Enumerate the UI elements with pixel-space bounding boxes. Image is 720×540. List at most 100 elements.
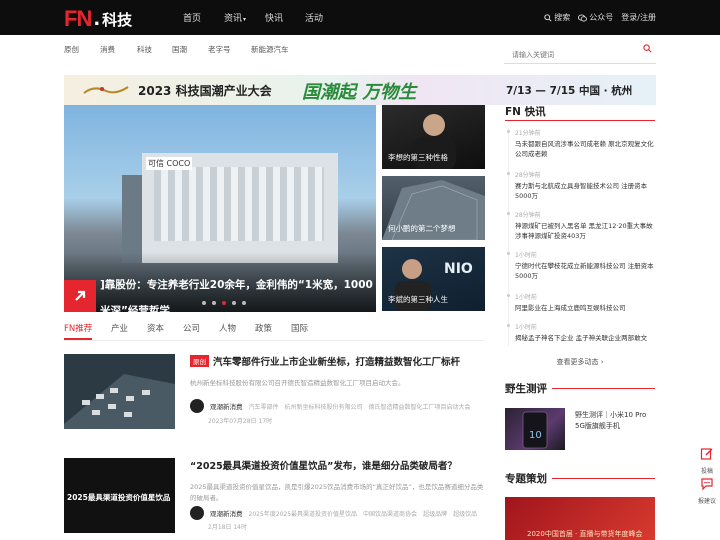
article-description: 2025最具渠道投资价值星饮品，凯是引爆2025饮品消费市场的“真正好饮品”，也… [190, 483, 484, 502]
timeline-dot [507, 172, 510, 175]
review-section-title: 野生测评 [505, 381, 547, 396]
article-date: 2月18日 14时 [208, 524, 247, 531]
category-tech[interactable]: 科技 [137, 44, 152, 55]
feedback-button[interactable]: 报建议 [696, 476, 718, 505]
tab-industry[interactable]: 产业 [111, 322, 128, 334]
nav-news-label: 资讯 [224, 14, 243, 24]
tab-people[interactable]: 人物 [219, 322, 236, 334]
banner-slogan: 国潮起 万物生 [302, 82, 417, 103]
bird-logo-icon [83, 86, 129, 94]
view-more-label: 查看更多动态 [556, 358, 599, 366]
flash-news-text[interactable]: 神源煤矿已被列入黑名单 黑龙江12·20重大事故涉事神源煤矿投资403万 [515, 221, 655, 241]
author-avatar[interactable] [190, 399, 204, 413]
submit-article-label: 投稿 [700, 468, 713, 475]
timeline-dot [507, 294, 510, 297]
article-keyword[interactable]: 中国饮品渠道商协会 [363, 509, 417, 518]
flash-news-time: 1小时前 [515, 294, 537, 301]
wechat-label: 公众号 [589, 13, 614, 22]
special-section-title: 专题策划 [505, 471, 547, 486]
article-keyword[interactable]: 德氏智造精益数智化工厂项目启动大会 [369, 402, 471, 411]
article-item[interactable]: 2025最具渠道投资价值星饮品 “2025最具渠道投资价值星饮品”发布，谁是细分… [64, 458, 484, 534]
search-icon[interactable] [643, 44, 652, 53]
carousel-dot[interactable] [222, 301, 226, 305]
timeline-dot [507, 252, 510, 255]
nav-home[interactable]: 首页 [183, 11, 201, 24]
feedback-label: 报建议 [697, 498, 716, 505]
category-ev[interactable]: 新能源汽车 [251, 44, 289, 55]
article-keyword[interactable]: 超级品牌 [423, 509, 447, 518]
article-meta: 观潮新消费 2025年度2025最具渠道投资价值星饮品 中国饮品渠道商协会 超级… [190, 506, 484, 520]
search-input[interactable] [504, 47, 656, 64]
hero-caption-line2[interactable]: 米深”经营哲学 [100, 303, 170, 312]
article-item[interactable]: 原创 汽车零部件行业上市企业新坐标，打造精益数智化工厂标杆 杭州新坐标科技股份有… [64, 354, 484, 430]
category-consumer[interactable]: 消费 [100, 44, 115, 55]
article-keyword[interactable]: 超级饮品 [453, 509, 477, 518]
hero-carousel[interactable]: 可信 COCO ]靠股份：专注养老行业20余年，金利伟的“1米宽，1000 米深… [64, 105, 376, 312]
article-author[interactable]: 观潮新消费 [210, 401, 243, 411]
review-card[interactable]: 10 野生测评｜小米10 Pro 5G版旗舰手机 [505, 408, 655, 450]
article-title-text: “2025最具渠道投资价值星饮品”发布，谁是细分品类破局者？ [190, 461, 457, 472]
article-keyword[interactable]: 2025年度2025最具渠道投资价值星饮品 [249, 509, 358, 518]
flash-news-text[interactable]: 马未都跟自风流涉事公司成老赖 原北京观复文化公司成老赖 [515, 139, 655, 159]
timeline-line [508, 128, 509, 346]
nav-news[interactable]: 资讯▾ [224, 11, 246, 24]
category-guochao[interactable]: 国潮 [172, 44, 187, 55]
tab-capital[interactable]: 资本 [147, 322, 164, 334]
arrow-up-right-icon [75, 290, 86, 301]
side-story[interactable]: 李想的第三种性格 [382, 105, 485, 169]
nav-flash[interactable]: 快讯 [265, 11, 283, 24]
flash-news-text[interactable]: 宁德时代在攀枝花成立新能源科技公司 注册资本5000万 [515, 261, 655, 281]
side-story[interactable]: NIO 李斌的第三种人生 [382, 247, 485, 311]
review-product-name[interactable]: 野生测评｜小米10 Pro 5G版旗舰手机 [575, 410, 655, 432]
submit-article-button[interactable]: 投稿 [696, 446, 718, 475]
login-register-link[interactable]: 登录/注册 [621, 12, 656, 23]
article-keyword[interactable]: 汽车零部件 [249, 402, 279, 411]
flash-news-text[interactable]: 赛力斯与北航成立具身智能技术公司 注册资本5000万 [515, 181, 655, 201]
tab-fn-recommend[interactable]: FN推荐 [64, 322, 93, 340]
side-story[interactable]: 何小鹏的第二个梦想 [382, 176, 485, 240]
logo-text: 科技 [102, 10, 133, 29]
category-old-brands[interactable]: 老字号 [208, 44, 231, 55]
site-logo[interactable]: FN . 科技 [64, 6, 132, 32]
search-button[interactable]: 搜索 [544, 12, 570, 23]
article-thumbnail-image [64, 354, 175, 429]
article-author[interactable]: 观潮新消费 [210, 508, 243, 518]
tab-international[interactable]: 国际 [291, 322, 308, 334]
flash-news-text[interactable]: 揭秘孟子神名下企业 孟子神关联企业两部敢文 [515, 333, 655, 343]
tab-company[interactable]: 公司 [183, 322, 200, 334]
article-title-text: 汽车零部件行业上市企业新坐标，打造精益数智化工厂标杆 [213, 357, 461, 368]
article-thumbnail[interactable]: 2025最具渠道投资价值星饮品 [64, 458, 175, 533]
article-thumbnail[interactable] [64, 354, 175, 429]
carousel-dots [202, 301, 246, 305]
search-label: 搜索 [554, 13, 571, 22]
search-icon [544, 13, 552, 22]
chevron-right-icon: › [600, 358, 604, 366]
special-promo-card[interactable]: 2020中国首届 · 直播与带货年度峰会 [505, 497, 655, 540]
author-avatar[interactable] [190, 506, 204, 520]
article-description: 杭州新坐标科技股份有限公司召开德氏智造精益数智化工厂项目启动大会。 [190, 379, 405, 387]
carousel-dot[interactable] [212, 301, 216, 305]
article-title[interactable]: 原创 汽车零部件行业上市企业新坐标，打造精益数智化工厂标杆 [190, 354, 460, 368]
wechat-icon [578, 13, 588, 22]
view-more-flash-link[interactable]: 查看更多动态 › [505, 357, 655, 367]
flash-news-text[interactable]: 阿里影业在上海成立鹿鸣互娱科技公司 [515, 303, 655, 313]
conference-banner[interactable]: 2023 科技国潮产业大会 国潮起 万物生 7/13 — 7/15 中国 · 杭… [64, 75, 656, 105]
category-original[interactable]: 原创 [64, 44, 79, 55]
timeline-dot [507, 324, 510, 327]
side-story-label: 李斌的第三种人生 [388, 295, 448, 304]
banner-title: 2023 科技国潮产业大会 [138, 84, 272, 98]
article-title[interactable]: “2025最具渠道投资价值星饮品”发布，谁是细分品类破局者？ [190, 458, 457, 472]
side-story-label: 何小鹏的第二个梦想 [388, 224, 456, 233]
wechat-button[interactable]: 公众号 [578, 12, 613, 23]
carousel-dot[interactable] [202, 301, 206, 305]
nav-events[interactable]: 活动 [305, 11, 323, 24]
flash-news-time: 28分钟前 [515, 212, 541, 219]
hero-caption[interactable]: ]靠股份：专注养老行业20余年，金利伟的“1米宽，1000 [100, 277, 373, 292]
hero-link-button[interactable] [64, 280, 96, 312]
carousel-dot[interactable] [242, 301, 246, 305]
article-keyword[interactable]: 杭州新坐标科技股份有限公司 [285, 402, 363, 411]
tab-policy[interactable]: 政策 [255, 322, 272, 334]
carousel-dot[interactable] [232, 301, 236, 305]
special-section-title-text: 专题策划 [505, 473, 547, 485]
flash-news-title: FN 快讯 [505, 104, 546, 119]
